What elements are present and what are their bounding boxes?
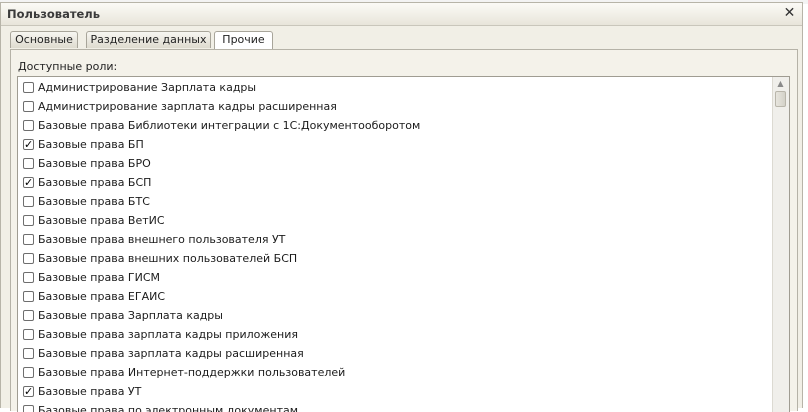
role-label: Администрирование Зарплата кадры: [38, 81, 257, 94]
role-label: Базовые права БСП: [38, 176, 152, 189]
checkbox-checked[interactable]: ✓: [23, 139, 34, 150]
checkbox[interactable]: [23, 329, 34, 340]
role-row[interactable]: Базовые права Библиотеки интеграции с 1С…: [18, 117, 773, 136]
checkbox[interactable]: [23, 253, 34, 264]
role-row[interactable]: ✓ Базовые права БСП: [18, 174, 773, 193]
tab-main-label: Основные: [15, 33, 73, 46]
role-label: Базовые права Интернет-поддержки пользов…: [38, 366, 346, 379]
role-label: Базовые права зарплата кадры расширенная: [38, 347, 304, 360]
role-label: Базовые права УТ: [38, 385, 142, 398]
role-label: Базовые права БТС: [38, 195, 150, 208]
scroll-thumb[interactable]: [775, 91, 786, 107]
role-label: Администрирование зарплата кадры расшире…: [38, 100, 337, 113]
role-label: Базовые права внешних пользователей БСП: [38, 252, 298, 265]
checkbox[interactable]: [23, 215, 34, 226]
checkbox[interactable]: [23, 367, 34, 378]
checkbox[interactable]: [23, 82, 34, 93]
tab-other[interactable]: Прочие: [214, 31, 273, 50]
role-row[interactable]: Администрирование Зарплата кадры: [18, 79, 773, 98]
role-label: Базовые права ЕГАИС: [38, 290, 166, 303]
role-label: Базовые права ГИСМ: [38, 271, 161, 284]
window-title: Пользователь: [7, 7, 100, 21]
role-row[interactable]: ✓ Базовые права УТ: [18, 383, 773, 402]
checkbox[interactable]: [23, 158, 34, 169]
role-row[interactable]: Базовые права ВетИС: [18, 212, 773, 231]
roles-list: Администрирование Зарплата кадры Админист…: [17, 76, 790, 412]
available-roles-label: Доступные роли:: [18, 60, 118, 73]
role-row[interactable]: Базовые права зарплата кадры расширенная: [18, 345, 773, 364]
role-label: Базовые права по электронным документам: [38, 404, 299, 412]
role-row[interactable]: Базовые права Зарплата кадры: [18, 307, 773, 326]
checkbox[interactable]: [23, 348, 34, 359]
checkbox[interactable]: [23, 234, 34, 245]
role-row[interactable]: Базовые права ГИСМ: [18, 269, 773, 288]
role-row[interactable]: Базовые права БТС: [18, 193, 773, 212]
checkbox[interactable]: [23, 272, 34, 283]
user-dialog: Пользователь ✕ Основные Разделение данны…: [0, 2, 803, 412]
checkbox[interactable]: [23, 310, 34, 321]
role-row[interactable]: Базовые права Интернет-поддержки пользов…: [18, 364, 773, 383]
role-label: Базовые права Библиотеки интеграции с 1С…: [38, 119, 421, 132]
role-row[interactable]: Базовые права внешних пользователей БСП: [18, 250, 773, 269]
role-label: Базовые права БП: [38, 138, 144, 151]
role-row[interactable]: Базовые права зарплата кадры приложения: [18, 326, 773, 345]
role-row[interactable]: Базовые права внешнего пользователя УТ: [18, 231, 773, 250]
checkbox[interactable]: [23, 291, 34, 302]
role-row[interactable]: Базовые права по электронным документам: [18, 402, 773, 412]
scroll-up-icon[interactable]: ▲: [775, 79, 786, 89]
tab-main[interactable]: Основные: [10, 31, 78, 48]
checkbox[interactable]: [23, 405, 34, 412]
checkbox[interactable]: [23, 101, 34, 112]
vertical-scrollbar[interactable]: ▲: [772, 77, 789, 412]
checkbox-checked[interactable]: ✓: [23, 386, 34, 397]
tab-data-separation[interactable]: Разделение данных: [86, 31, 211, 48]
role-label: Базовые права ВетИС: [38, 214, 165, 227]
role-label: Базовые права зарплата кадры приложения: [38, 328, 298, 341]
role-label: Базовые права внешнего пользователя УТ: [38, 233, 286, 246]
role-label: Базовые права БРО: [38, 157, 151, 170]
checkbox-checked[interactable]: ✓: [23, 177, 34, 188]
role-row[interactable]: Базовые права БРО: [18, 155, 773, 174]
close-icon[interactable]: ✕: [781, 5, 798, 22]
role-row[interactable]: Базовые права ЕГАИС: [18, 288, 773, 307]
role-row[interactable]: ✓ Базовые права БП: [18, 136, 773, 155]
role-row[interactable]: Администрирование зарплата кадры расшире…: [18, 98, 773, 117]
tab-panel-other: Доступные роли: Администрирование Зарпла…: [10, 49, 798, 412]
checkbox[interactable]: [23, 120, 34, 131]
title-bar: Пользователь ✕: [1, 3, 802, 26]
checkbox[interactable]: [23, 196, 34, 207]
tab-other-label: Прочие: [222, 33, 265, 46]
tab-data-separation-label: Разделение данных: [90, 33, 207, 46]
role-label: Базовые права Зарплата кадры: [38, 309, 223, 322]
